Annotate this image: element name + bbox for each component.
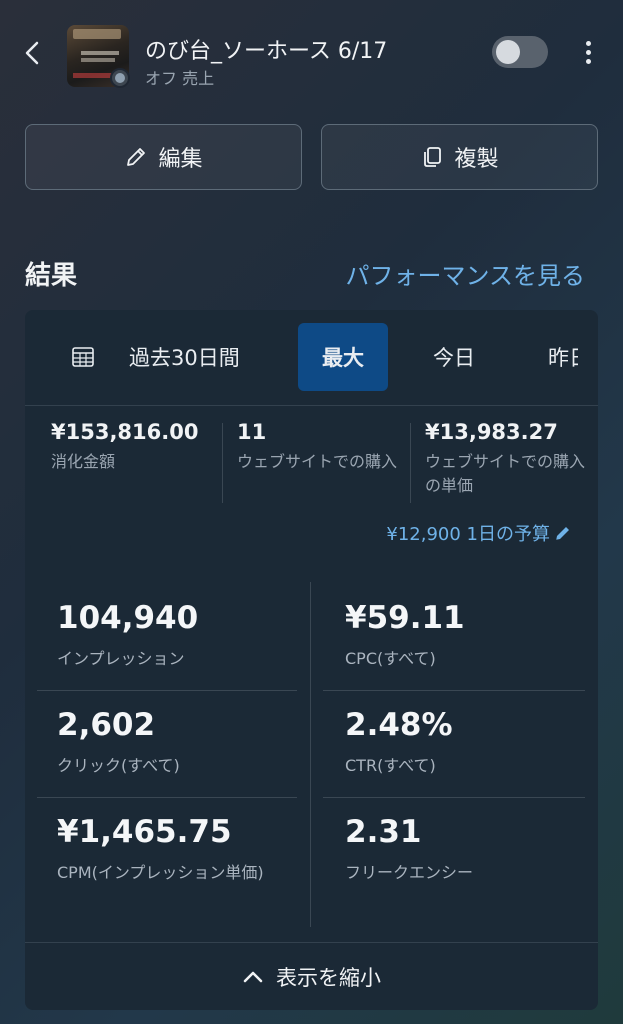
- date-range-tabs: 過去30日間 最大 今日 昨日: [25, 310, 598, 406]
- divider: [37, 797, 297, 798]
- edit-button[interactable]: 編集: [25, 124, 302, 190]
- summary-label: ウェブサイトでの購入: [237, 452, 398, 471]
- metric-label: CPC(すべて): [345, 649, 436, 668]
- summary-purchases: 11 ウェブサイトでの購入: [237, 420, 405, 474]
- collapse-button[interactable]: 表示を縮小: [25, 942, 598, 1010]
- metric-cpc: ¥59.11 CPC(すべて): [345, 600, 598, 670]
- divider: [323, 797, 585, 798]
- metric-impressions: 104,940 インプレッション: [57, 600, 317, 670]
- metric-cpm: ¥1,465.75 CPM(インプレッション単価): [57, 814, 287, 884]
- tab-maximum[interactable]: 最大: [298, 323, 388, 391]
- metric-value: 104,940: [57, 600, 199, 636]
- metric-label: フリークエンシー: [345, 863, 474, 882]
- divider: [323, 690, 585, 691]
- copy-icon: [424, 147, 442, 167]
- summary-spend: ¥153,816.00 消化金額: [51, 420, 221, 474]
- metric-value: 2.48%: [345, 707, 453, 743]
- daily-budget-label: ¥12,900 1日の予算: [386, 524, 550, 545]
- header: のび台_ソーホース 6/17 オフ 売上: [0, 0, 623, 100]
- divider: [410, 423, 411, 503]
- tab-today[interactable]: 今日: [433, 323, 475, 391]
- divider: [37, 690, 297, 691]
- results-title: 結果: [25, 261, 78, 291]
- summary-value: ¥153,816.00: [51, 420, 199, 444]
- summary-label: ウェブサイトでの購入の単価: [425, 452, 586, 495]
- daily-budget-link[interactable]: ¥12,900 1日の予算: [386, 520, 572, 546]
- ad-subtitle: オフ 売上: [145, 69, 215, 88]
- summary-row: ¥153,816.00 消化金額 11 ウェブサイトでの購入 ¥13,983.2…: [25, 420, 598, 510]
- metric-value: ¥1,465.75: [57, 814, 232, 850]
- chevron-up-icon: [243, 971, 263, 983]
- tab-last-30-days[interactable]: 過去30日間: [129, 323, 240, 391]
- edit-button-label: 編集: [158, 147, 203, 172]
- metric-clicks: 2,602 クリック(すべて): [57, 707, 317, 777]
- duplicate-button[interactable]: 複製: [321, 124, 598, 190]
- summary-value: ¥13,983.27: [425, 420, 558, 444]
- view-performance-link[interactable]: パフォーマンスを見る: [345, 256, 585, 291]
- metric-value: 2.31: [345, 814, 422, 850]
- pencil-icon: [127, 148, 146, 166]
- tab-yesterday[interactable]: 昨日: [548, 323, 578, 391]
- metric-value: 2,602: [57, 707, 156, 743]
- metric-label: CPM(インプレッション単価): [57, 863, 264, 882]
- ad-status-toggle[interactable]: [492, 36, 548, 68]
- more-options-icon[interactable]: [578, 38, 598, 68]
- metric-label: クリック(すべて): [57, 756, 180, 775]
- metric-frequency: 2.31 フリークエンシー: [345, 814, 598, 884]
- status-indicator-icon: [110, 68, 130, 88]
- metric-ctr: 2.48% CTR(すべて): [345, 707, 598, 777]
- calendar-icon[interactable]: [71, 345, 95, 369]
- ad-title: のび台_ソーホース 6/17: [145, 39, 388, 64]
- duplicate-button-label: 複製: [454, 147, 499, 172]
- divider: [222, 423, 223, 503]
- collapse-label: 表示を縮小: [276, 966, 381, 990]
- metric-value: ¥59.11: [345, 600, 465, 636]
- pencil-icon: [556, 527, 569, 540]
- back-arrow-icon[interactable]: [22, 40, 44, 66]
- summary-label: 消化金額: [51, 452, 116, 471]
- results-card: 過去30日間 最大 今日 昨日 ¥153,816.00 消化金額 11 ウェブサ…: [25, 310, 598, 1010]
- metric-label: CTR(すべて): [345, 756, 436, 775]
- metric-label: インプレッション: [57, 649, 185, 668]
- summary-cost-per-purchase: ¥13,983.27 ウェブサイトでの購入の単価: [425, 420, 595, 498]
- summary-value: 11: [237, 420, 267, 444]
